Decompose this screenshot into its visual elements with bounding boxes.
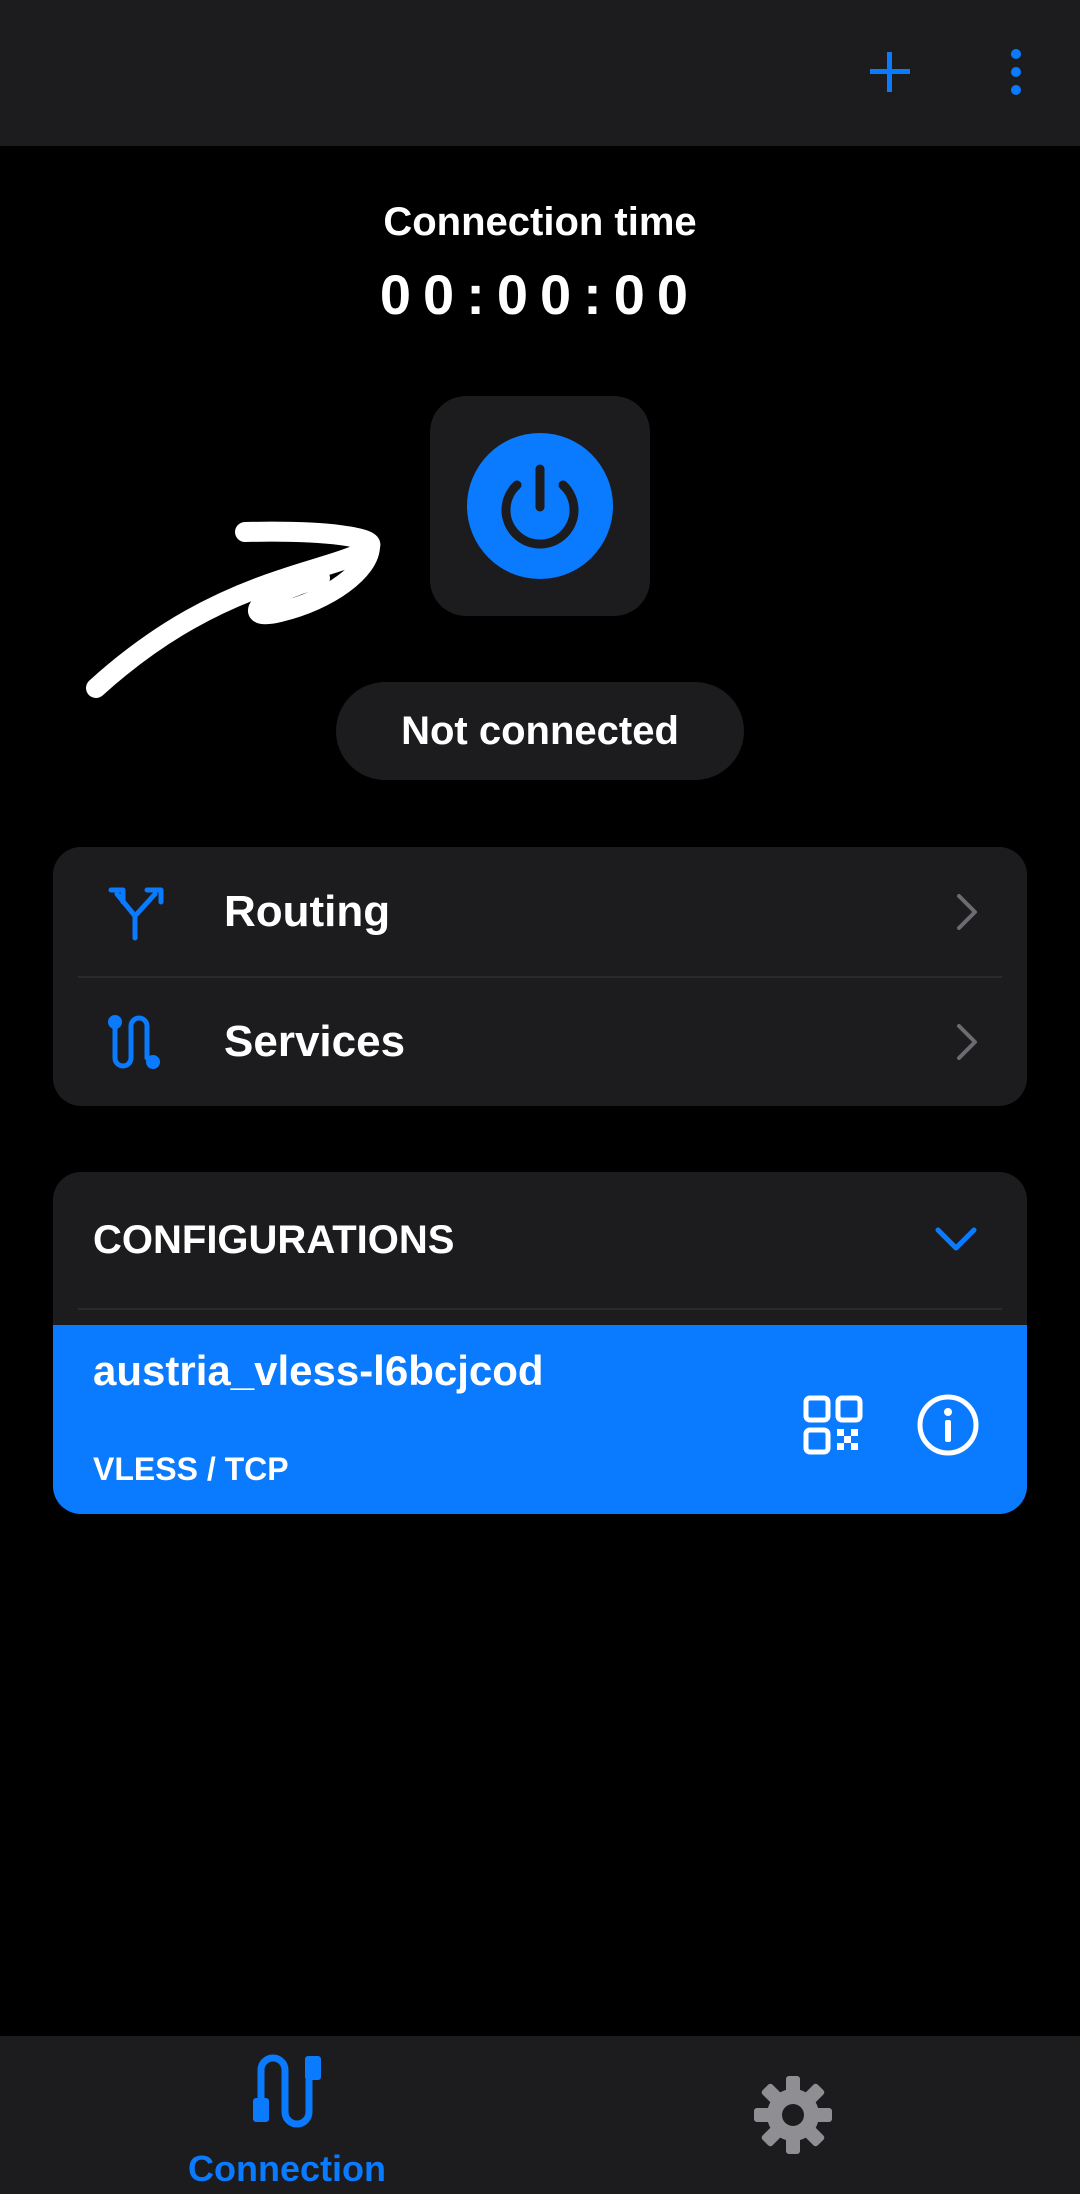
overflow-menu-button[interactable] bbox=[996, 44, 1036, 100]
power-button-container bbox=[430, 396, 650, 616]
config-name: austria_vless-l6bcjcod bbox=[93, 1347, 544, 1394]
configurations-card: CONFIGURATIONS austria_vless-l6bcjcod VL… bbox=[53, 1172, 1027, 1514]
menu-item-services[interactable]: Services bbox=[53, 977, 1027, 1106]
menu-item-label: Routing bbox=[224, 887, 391, 936]
config-info-button[interactable] bbox=[915, 1392, 981, 1458]
connection-status: Not connected bbox=[336, 682, 744, 780]
qr-code-icon bbox=[803, 1395, 863, 1455]
more-vertical-icon bbox=[1011, 49, 1021, 95]
nav-tab-connection[interactable]: Connection bbox=[150, 2052, 424, 2189]
routing-split-icon bbox=[108, 887, 164, 941]
connection-time-value: 00:00:00 bbox=[379, 263, 701, 326]
power-button[interactable] bbox=[467, 433, 613, 579]
connection-time-label: Connection time bbox=[383, 200, 697, 244]
chevron-right-icon bbox=[957, 1024, 977, 1060]
config-list-item[interactable]: austria_vless-l6bcjcod VLESS / TCP bbox=[53, 1325, 1027, 1514]
info-icon bbox=[917, 1394, 979, 1456]
add-config-button[interactable] bbox=[862, 44, 918, 100]
services-path-icon bbox=[108, 1015, 160, 1069]
divider bbox=[78, 1308, 1002, 1310]
chevron-down-icon[interactable] bbox=[933, 1222, 979, 1258]
hand-drawn-arrow-icon bbox=[86, 521, 381, 698]
configurations-title: CONFIGURATIONS bbox=[93, 1218, 455, 1262]
plus-icon bbox=[870, 52, 910, 92]
config-protocol: VLESS / TCP bbox=[93, 1451, 289, 1487]
qr-code-button[interactable] bbox=[803, 1395, 863, 1455]
bottom-navigation: Connection bbox=[0, 2036, 1080, 2194]
menu-item-routing[interactable]: Routing bbox=[53, 847, 1027, 977]
configurations-header[interactable]: CONFIGURATIONS bbox=[53, 1172, 1027, 1308]
power-icon bbox=[501, 464, 579, 549]
chevron-right-icon bbox=[957, 894, 977, 930]
menu-item-label: Services bbox=[224, 1017, 406, 1066]
nav-tab-label: Connection bbox=[188, 2148, 386, 2189]
connection-plug-icon bbox=[253, 2054, 321, 2128]
settings-menu-card: Routing Services bbox=[53, 847, 1027, 1106]
nav-tab-settings[interactable] bbox=[752, 2074, 834, 2156]
settings-gear-icon bbox=[754, 2076, 832, 2154]
app-bar bbox=[0, 0, 1080, 146]
